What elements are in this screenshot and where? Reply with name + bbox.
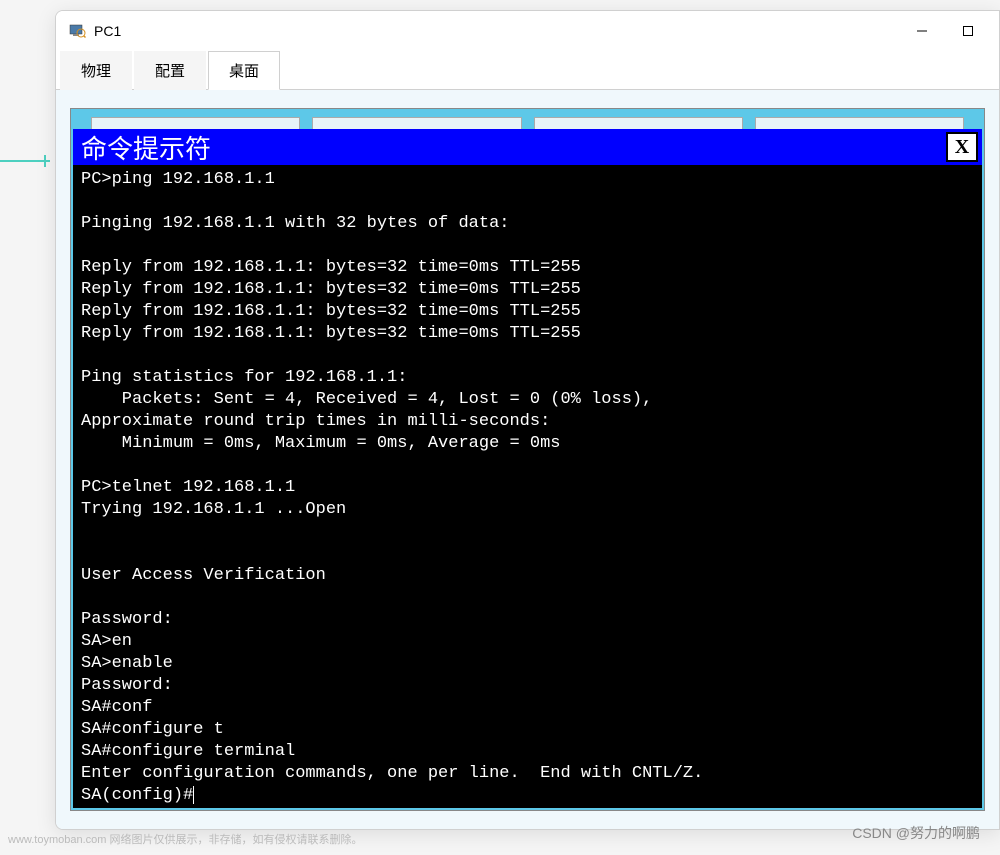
desktop-app-tab[interactable] bbox=[91, 117, 300, 129]
desktop-app-tabs bbox=[71, 117, 984, 129]
tab-config[interactable]: 配置 bbox=[134, 51, 206, 90]
watermark-left: www.toymoban.com 网络图片仅供展示，非存储，如有侵权请联系删除。 bbox=[8, 831, 362, 847]
content-area: 命令提示符 X PC>ping 192.168.1.1 Pinging 192.… bbox=[56, 90, 999, 829]
cmd-title: 命令提示符 bbox=[81, 129, 946, 166]
minimize-icon bbox=[917, 26, 927, 36]
titlebar: PC1 bbox=[56, 11, 999, 51]
desktop-app-tab[interactable] bbox=[312, 117, 521, 129]
accent-tick bbox=[44, 155, 46, 167]
cmd-terminal-output[interactable]: PC>ping 192.168.1.1 Pinging 192.168.1.1 … bbox=[73, 165, 982, 808]
cmd-close-button[interactable]: X bbox=[946, 132, 978, 162]
desktop-background: 命令提示符 X PC>ping 192.168.1.1 Pinging 192.… bbox=[70, 108, 985, 811]
accent-line bbox=[0, 160, 50, 162]
window-title: PC1 bbox=[94, 23, 899, 39]
desktop-app-tab[interactable] bbox=[755, 117, 964, 129]
desktop-app-tab[interactable] bbox=[534, 117, 743, 129]
cmd-titlebar[interactable]: 命令提示符 X bbox=[73, 129, 982, 165]
tabs-bar: 物理 配置 桌面 bbox=[56, 51, 999, 90]
app-window: PC1 物理 配置 桌面 bbox=[55, 10, 1000, 830]
tab-desktop[interactable]: 桌面 bbox=[208, 51, 280, 90]
watermark-right: CSDN @努力的啊鹏 bbox=[852, 823, 980, 843]
maximize-button[interactable] bbox=[945, 15, 991, 47]
minimize-button[interactable] bbox=[899, 15, 945, 47]
window-controls bbox=[899, 15, 991, 47]
tab-physical[interactable]: 物理 bbox=[60, 51, 132, 90]
maximize-icon bbox=[963, 26, 973, 36]
app-icon bbox=[68, 22, 86, 40]
command-prompt-window: 命令提示符 X PC>ping 192.168.1.1 Pinging 192.… bbox=[73, 129, 982, 808]
